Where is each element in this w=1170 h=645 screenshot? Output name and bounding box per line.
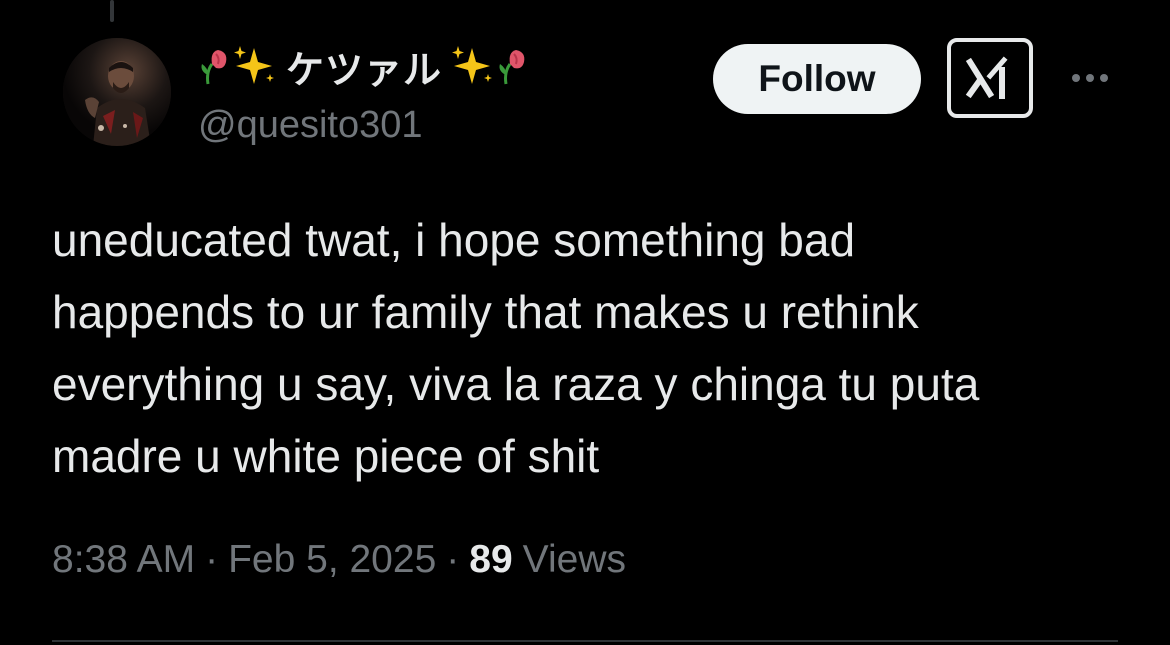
tweet-date[interactable]: Feb 5, 2025 (228, 538, 436, 582)
more-options-button[interactable] (1064, 58, 1116, 98)
meta-separator: · (446, 538, 460, 581)
tweet-text-line: madre u white piece of shit (52, 430, 600, 482)
more-horizontal-icon (1086, 74, 1094, 82)
tweet-metadata: 8:38 AM · Feb 5, 2025 · 89 Views (52, 538, 626, 582)
tweet-text-line: happends to ur family that makes u rethi… (52, 286, 919, 338)
tweet-time[interactable]: 8:38 AM (52, 538, 195, 582)
avatar-image (63, 38, 171, 146)
grok-button[interactable] (947, 38, 1033, 118)
more-horizontal-icon (1100, 74, 1108, 82)
more-horizontal-icon (1072, 74, 1080, 82)
grok-icon (965, 56, 1008, 99)
views-count[interactable]: 89 (469, 538, 512, 582)
tweet-text: uneducated twat, i hope something bad ha… (52, 204, 1132, 492)
wilted-rose-icon (498, 46, 528, 86)
tweet-text-line: uneducated twat, i hope something bad (52, 214, 856, 266)
thread-connector-line (110, 0, 114, 22)
views-label[interactable]: Views (523, 538, 626, 582)
display-name[interactable]: ケツァル (200, 38, 528, 94)
follow-button[interactable]: Follow (713, 44, 921, 114)
meta-separator: · (205, 538, 219, 581)
sparkles-icon (450, 44, 496, 88)
avatar[interactable] (63, 38, 171, 146)
divider (52, 640, 1118, 642)
display-name-text: ケツァル (286, 47, 443, 92)
user-handle[interactable]: @quesito301 (198, 104, 423, 147)
wilted-rose-icon (200, 46, 230, 86)
sparkles-icon (232, 44, 278, 88)
tweet-text-line: everything u say, viva la raza y chinga … (52, 358, 980, 410)
